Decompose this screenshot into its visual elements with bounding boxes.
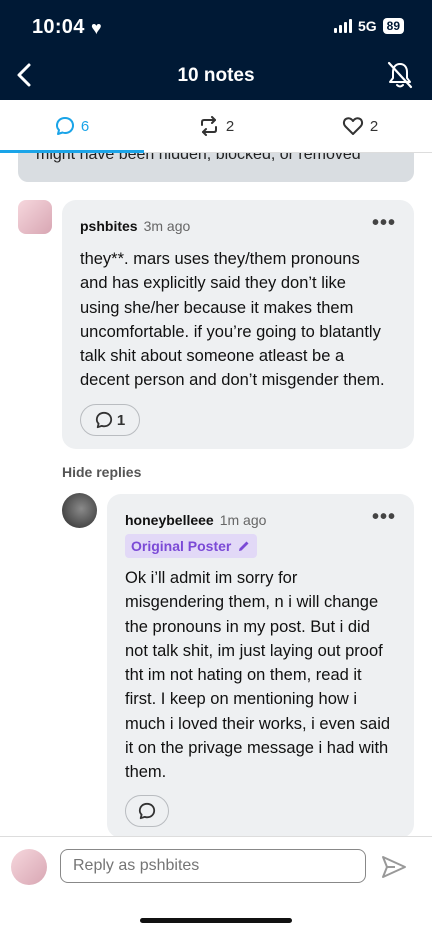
comment-icon [138, 802, 156, 820]
reply-button[interactable] [125, 795, 169, 827]
status-indicators: 5G 89 [333, 18, 404, 34]
tab-reblogs[interactable]: 2 [144, 100, 288, 152]
comment-header: honeybelleee 1m ago [125, 512, 266, 528]
home-indicator [140, 918, 292, 923]
tab-replies[interactable]: 6 [0, 100, 144, 152]
original-poster-badge: Original Poster [125, 534, 258, 558]
bell-off-icon[interactable] [386, 60, 414, 90]
battery-level: 89 [382, 18, 404, 34]
more-icon[interactable]: ••• [372, 212, 396, 235]
active-tab-indicator [0, 150, 144, 153]
signal-icon [333, 19, 352, 33]
avatar [11, 849, 47, 885]
comment-pshbites: pshbites 3m ago ••• they**. mars uses th… [62, 200, 414, 449]
comment-line: decent person and don’t misgender them. [80, 371, 385, 390]
more-icon[interactable]: ••• [372, 506, 396, 529]
comment-line: misgendering them, n i will change [125, 593, 379, 612]
comment-icon [55, 117, 74, 135]
comment-line: first. I keep on mentioning how i [125, 690, 358, 709]
comment-header: pshbites 3m ago [80, 218, 190, 234]
comment-time: 1m ago [219, 512, 267, 528]
comment-line: tht im not hating on them, read it [125, 666, 362, 685]
page-title: 10 notes [177, 65, 255, 86]
avatar[interactable] [62, 493, 97, 528]
comment-line: using she/her because it makes them [80, 298, 354, 317]
badge-label: Original Poster [131, 538, 232, 554]
comment-body: they**. mars uses they/them pronouns and… [80, 247, 385, 393]
app-header: 10:04 ♥ 5G 89 10 notes [0, 0, 432, 100]
comment-line: them. [125, 763, 167, 782]
tab-likes[interactable]: 2 [288, 100, 432, 152]
comment-line: they**. mars uses they/them pronouns [80, 250, 360, 268]
comment-honeybelleee: honeybelleee 1m ago ••• Original Poster … [107, 494, 414, 838]
reply-count-button[interactable]: 1 [80, 404, 140, 436]
comment-line: not talk shit, im just laying out proof [125, 641, 383, 660]
status-time: 10:04 [32, 16, 85, 38]
hide-replies-link[interactable]: Hide replies [62, 464, 141, 480]
notes-tabs: 6 2 2 [0, 100, 432, 153]
reply-input[interactable] [60, 849, 366, 883]
network-label: 5G [357, 18, 377, 34]
comment-line: and has explicitly said they don’t like [80, 274, 346, 293]
heart-icon [342, 117, 363, 135]
comment-time: 3m ago [143, 218, 191, 234]
tab-replies-count: 6 [80, 117, 90, 135]
comment-line: much i loved their works, i even said [125, 714, 391, 733]
comment-line: the pronouns in my post. But i did [125, 617, 370, 636]
comment-line: uncomfortable. if you’re going to blatan… [80, 322, 381, 341]
reblog-icon [200, 116, 217, 136]
tab-likes-count: 2 [369, 117, 379, 135]
comment-line: Ok i’ll admit im sorry for [125, 569, 298, 587]
comment-line: talk shit about someone atleast be a [80, 347, 345, 366]
comment-body: Ok i’ll admit im sorry for misgendering … [125, 566, 390, 785]
avatar[interactable] [18, 200, 52, 234]
pencil-icon [239, 541, 249, 551]
tab-reblogs-count: 2 [225, 117, 235, 135]
comment-line: it on the privage message i had with [125, 739, 389, 758]
heart-status-icon: ♥ [91, 18, 102, 38]
comment-icon [95, 411, 112, 429]
comment-username[interactable]: honeybelleee [125, 512, 214, 528]
comment-username[interactable]: pshbites [80, 218, 138, 234]
reply-count: 1 [116, 411, 126, 429]
send-icon[interactable] [380, 853, 408, 881]
